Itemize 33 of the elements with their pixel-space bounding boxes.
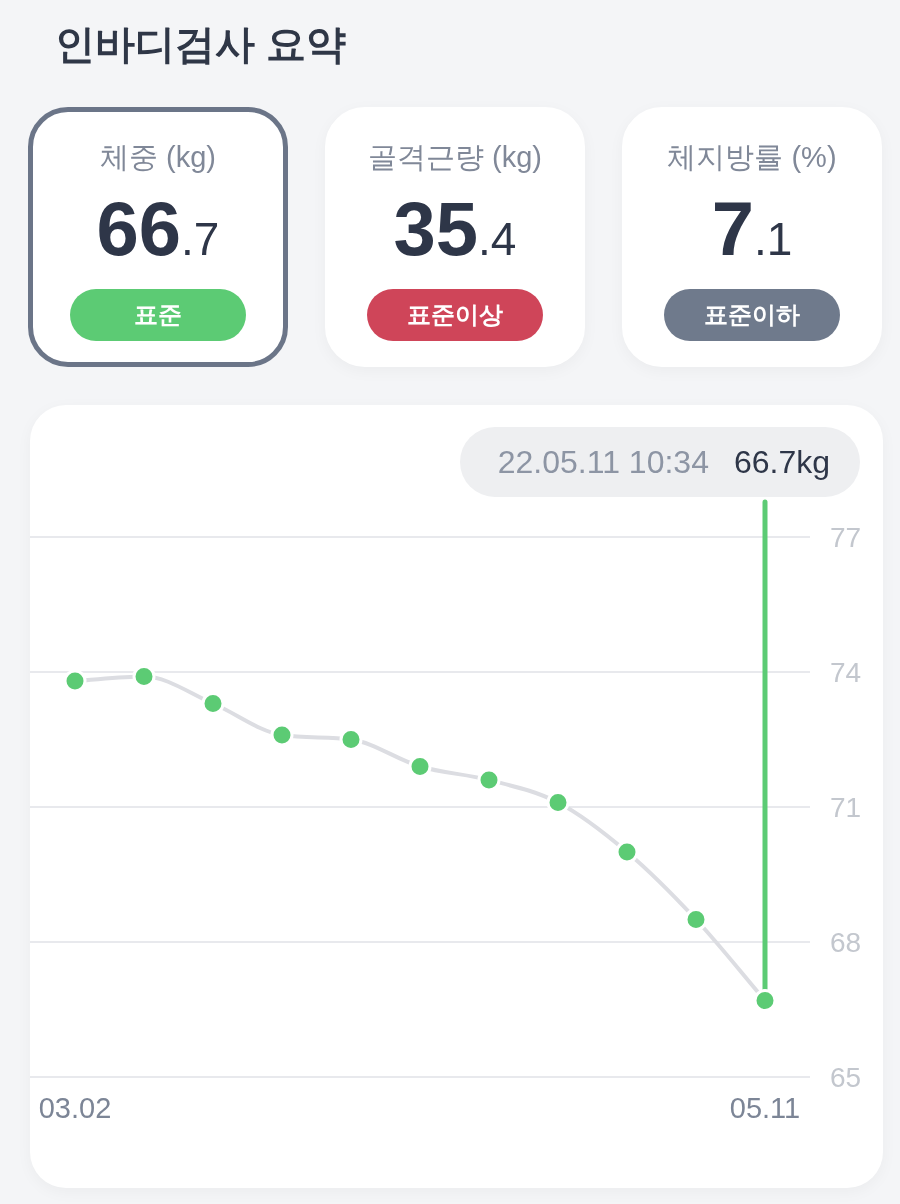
- data-point[interactable]: [339, 728, 363, 751]
- metric-value: 7.1: [711, 189, 793, 269]
- status-badge: 표준이하: [664, 289, 840, 341]
- page-title: 인바디검사 요약: [55, 21, 347, 67]
- axis-label: 65: [830, 1062, 862, 1093]
- data-point[interactable]: [201, 692, 225, 715]
- data-point[interactable]: [63, 669, 87, 693]
- tooltip-value: 66.7kg: [733, 443, 830, 482]
- metric-label: 골격근량 (kg): [368, 141, 542, 173]
- metric-label: 체중 (kg): [100, 141, 216, 173]
- axis-label: 68: [830, 927, 862, 958]
- metric-card[interactable]: 골격근량 (kg) 35.4 표준이상: [325, 107, 585, 367]
- axis-label: 05.11: [729, 1092, 801, 1124]
- axis-label: 03.02: [38, 1092, 112, 1124]
- data-point[interactable]: [408, 755, 432, 778]
- axis-label: 71: [830, 792, 862, 823]
- tooltip-date: 22.05.11 10:34: [497, 443, 709, 482]
- axis-label: 74: [830, 657, 862, 688]
- data-point[interactable]: [684, 908, 708, 931]
- metric-card[interactable]: 체중 (kg) 66.7 표준: [28, 107, 288, 367]
- data-point[interactable]: [270, 723, 294, 747]
- metric-value: 35.4: [393, 189, 517, 269]
- data-point[interactable]: [615, 840, 639, 864]
- status-badge: 표준이상: [367, 289, 543, 341]
- metric-label: 체지방률 (%): [667, 141, 837, 173]
- metric-card[interactable]: 체지방률 (%) 7.1 표준이하: [622, 107, 882, 367]
- data-point[interactable]: [477, 768, 501, 792]
- status-badge: 표준: [70, 289, 246, 341]
- data-point[interactable]: [132, 665, 156, 688]
- data-point[interactable]: [753, 989, 777, 1012]
- metric-value: 66.7: [96, 189, 220, 269]
- axis-label: 77: [830, 522, 862, 553]
- data-point[interactable]: [546, 791, 570, 814]
